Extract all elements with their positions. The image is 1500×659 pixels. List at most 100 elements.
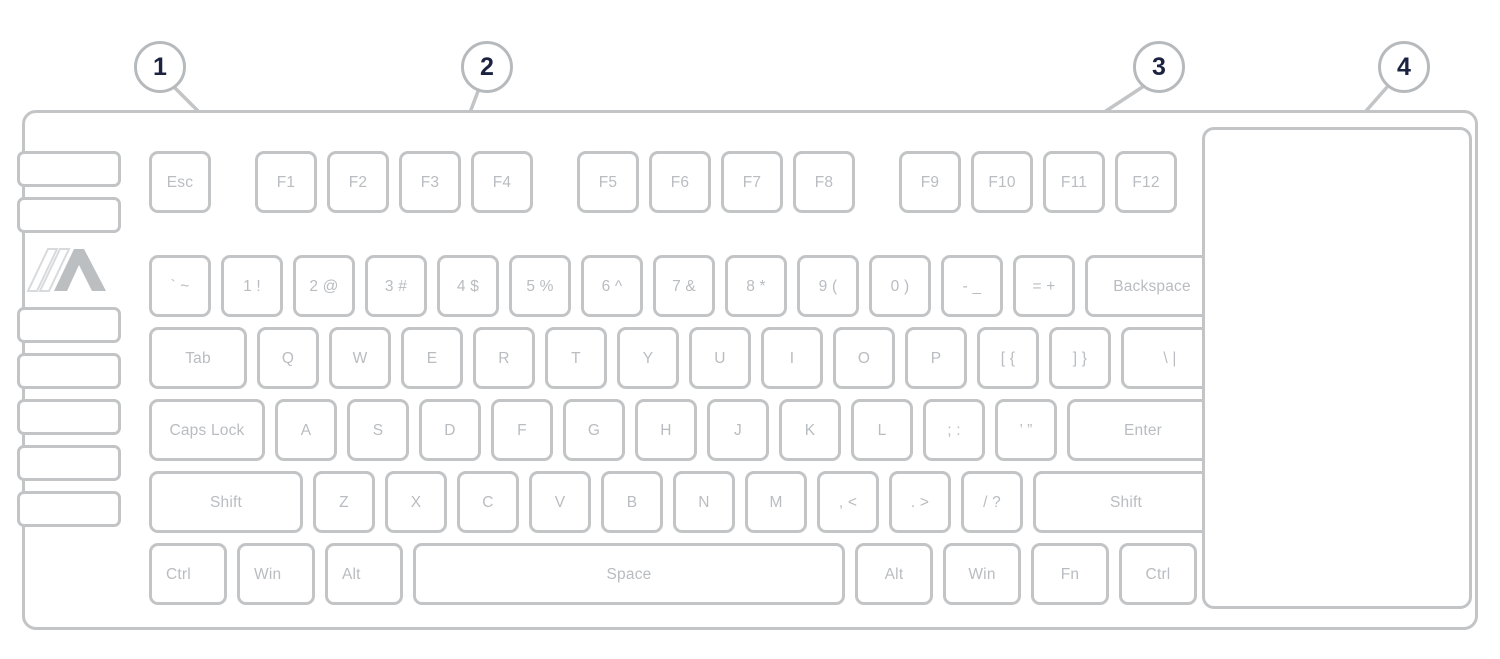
key-e[interactable]: E <box>401 327 463 389</box>
key-r[interactable]: R <box>473 327 535 389</box>
key-j[interactable]: J <box>707 399 769 461</box>
key-blank[interactable]: [ { <box>977 327 1039 389</box>
key-9[interactable]: 9 ( <box>797 255 859 317</box>
key-f12[interactable]: F12 <box>1115 151 1177 213</box>
key-x[interactable]: X <box>385 471 447 533</box>
key-c[interactable]: C <box>457 471 519 533</box>
key-7[interactable]: 7 & <box>653 255 715 317</box>
key-win[interactable]: Win <box>237 543 315 605</box>
key-blank[interactable]: ` ~ <box>149 255 211 317</box>
macro-key-5[interactable] <box>17 399 121 435</box>
key-o[interactable]: O <box>833 327 895 389</box>
key-3[interactable]: 3 # <box>365 255 427 317</box>
key-caps-lock[interactable]: Caps Lock <box>149 399 265 461</box>
key-f2[interactable]: F2 <box>327 151 389 213</box>
key-y[interactable]: Y <box>617 327 679 389</box>
key-i[interactable]: I <box>761 327 823 389</box>
key-shift[interactable]: Shift <box>149 471 303 533</box>
key-label: F3 <box>420 174 440 191</box>
key-g[interactable]: G <box>563 399 625 461</box>
key-5[interactable]: 5 % <box>509 255 571 317</box>
key-blank[interactable]: = + <box>1013 255 1075 317</box>
key-f4[interactable]: F4 <box>471 151 533 213</box>
key-ctrl[interactable]: Ctrl <box>149 543 227 605</box>
key-blank[interactable]: ’ ” <box>995 399 1057 461</box>
key-label: Tab <box>185 350 211 367</box>
macro-key-3[interactable] <box>17 307 121 343</box>
key-6[interactable]: 6 ^ <box>581 255 643 317</box>
key-f3[interactable]: F3 <box>399 151 461 213</box>
key-f10[interactable]: F10 <box>971 151 1033 213</box>
key-label: S <box>372 422 384 439</box>
key-d[interactable]: D <box>419 399 481 461</box>
key-blank[interactable]: ; : <box>923 399 985 461</box>
key-k[interactable]: K <box>779 399 841 461</box>
key-f[interactable]: F <box>491 399 553 461</box>
key-1[interactable]: 1 ! <box>221 255 283 317</box>
callout-1[interactable]: 1 <box>134 41 186 93</box>
key-f5[interactable]: F5 <box>577 151 639 213</box>
key-f9[interactable]: F9 <box>899 151 961 213</box>
key-f8[interactable]: F8 <box>793 151 855 213</box>
key-f1[interactable]: F1 <box>255 151 317 213</box>
key-tab[interactable]: Tab <box>149 327 247 389</box>
key-z[interactable]: Z <box>313 471 375 533</box>
key-esc[interactable]: Esc <box>149 151 211 213</box>
key-blank[interactable]: . > <box>889 471 951 533</box>
key-b[interactable]: B <box>601 471 663 533</box>
key-f11[interactable]: F11 <box>1043 151 1105 213</box>
key-label: A <box>300 422 312 439</box>
key-backspace[interactable]: Backspace <box>1085 255 1219 317</box>
key-q[interactable]: Q <box>257 327 319 389</box>
key-p[interactable]: P <box>905 327 967 389</box>
key-blank[interactable]: / ? <box>961 471 1023 533</box>
key-2[interactable]: 2 @ <box>293 255 355 317</box>
macro-key-1[interactable] <box>17 151 121 187</box>
key-blank[interactable]: - _ <box>941 255 1003 317</box>
key-w[interactable]: W <box>329 327 391 389</box>
key-label: 3 # <box>384 278 408 295</box>
key-ctrl[interactable]: Ctrl <box>1119 543 1197 605</box>
macro-key-7[interactable] <box>17 491 121 527</box>
key-shift[interactable]: Shift <box>1033 471 1219 533</box>
macro-key-6[interactable] <box>17 445 121 481</box>
key-t[interactable]: T <box>545 327 607 389</box>
brand-logo <box>17 243 121 297</box>
callout-4[interactable]: 4 <box>1378 41 1430 93</box>
macro-key-4[interactable] <box>17 353 121 389</box>
key-label: [ { <box>1000 350 1016 367</box>
key-l[interactable]: L <box>851 399 913 461</box>
key-alt[interactable]: Alt <box>855 543 933 605</box>
macro-key-2[interactable] <box>17 197 121 233</box>
key-u[interactable]: U <box>689 327 751 389</box>
key-4[interactable]: 4 $ <box>437 255 499 317</box>
key-v[interactable]: V <box>529 471 591 533</box>
key-8[interactable]: 8 * <box>725 255 787 317</box>
key-h[interactable]: H <box>635 399 697 461</box>
key-enter[interactable]: Enter <box>1067 399 1219 461</box>
key-0[interactable]: 0 ) <box>869 255 931 317</box>
key-label: F9 <box>920 174 940 191</box>
key-n[interactable]: N <box>673 471 735 533</box>
key-alt[interactable]: Alt <box>325 543 403 605</box>
key-label: Caps Lock <box>169 422 245 439</box>
key-label: C <box>482 494 494 511</box>
key-s[interactable]: S <box>347 399 409 461</box>
key-f6[interactable]: F6 <box>649 151 711 213</box>
key-label: 5 % <box>526 278 554 295</box>
key-f7[interactable]: F7 <box>721 151 783 213</box>
key-label: F5 <box>598 174 618 191</box>
key-label: H <box>660 422 672 439</box>
key-label: V <box>554 494 566 511</box>
key-fn[interactable]: Fn <box>1031 543 1109 605</box>
key-blank[interactable]: , < <box>817 471 879 533</box>
key-label: B <box>626 494 638 511</box>
key-a[interactable]: A <box>275 399 337 461</box>
right-display-panel[interactable] <box>1202 127 1472 609</box>
key-blank[interactable]: ] } <box>1049 327 1111 389</box>
key-win[interactable]: Win <box>943 543 1021 605</box>
key-m[interactable]: M <box>745 471 807 533</box>
callout-3[interactable]: 3 <box>1133 41 1185 93</box>
key-space[interactable]: Space <box>413 543 845 605</box>
callout-2[interactable]: 2 <box>461 41 513 93</box>
